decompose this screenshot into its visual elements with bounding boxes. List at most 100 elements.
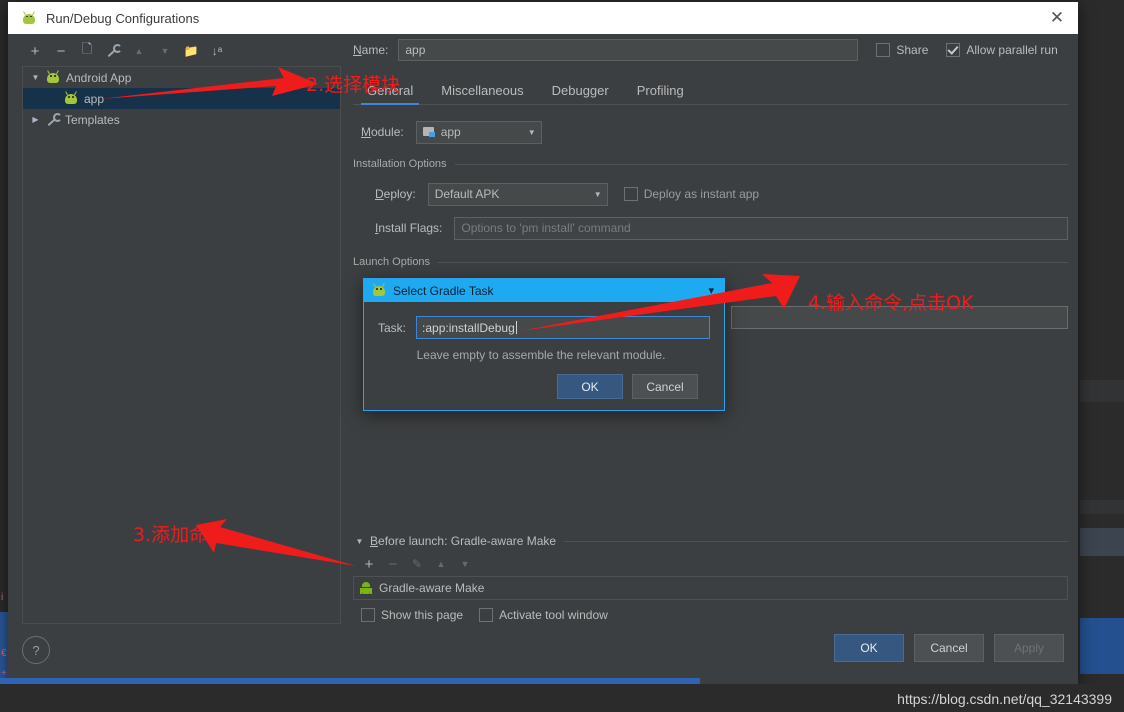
section-label: Launch Options bbox=[353, 256, 431, 268]
tree-node-label: Android App bbox=[66, 70, 132, 85]
android-icon bbox=[64, 91, 78, 104]
annotation-2: 2.选择模块 bbox=[306, 74, 401, 96]
task-row: Task: :app:installDebug bbox=[378, 316, 710, 339]
show-this-page-label: Show this page bbox=[381, 608, 464, 622]
chevron-down-icon[interactable]: ▼ bbox=[29, 73, 42, 82]
install-flags-label: Install Flags: bbox=[375, 221, 443, 235]
chevron-down-icon: ▼ bbox=[593, 189, 602, 199]
before-launch-section: ▼ Before launch: Gradle-aware Make + − ✎… bbox=[353, 534, 1068, 622]
before-launch-checkboxes: Show this page Activate tool window bbox=[353, 608, 1068, 622]
tab-miscellaneous[interactable]: Miscellaneous bbox=[427, 83, 537, 104]
move-down-task-button[interactable]: ▼ bbox=[453, 552, 477, 576]
checkbox-box bbox=[876, 43, 891, 57]
modal-cancel-button[interactable]: Cancel bbox=[632, 374, 698, 399]
chevron-down-icon[interactable]: ▼ bbox=[353, 537, 366, 546]
android-robot-icon bbox=[360, 581, 372, 595]
edit-task-button[interactable]: ✎ bbox=[405, 552, 429, 576]
add-configuration-button[interactable]: + bbox=[22, 39, 48, 63]
module-row: Module: app ▼ bbox=[353, 120, 1068, 144]
chevron-down-icon: ▼ bbox=[527, 127, 536, 137]
divider bbox=[454, 163, 1068, 165]
install-flags-input[interactable]: Options to 'pm install' command bbox=[454, 216, 1068, 240]
before-launch-item-label: Gradle-aware Make bbox=[379, 581, 485, 595]
edit-templates-button[interactable] bbox=[100, 39, 126, 63]
allow-parallel-run-checkbox[interactable]: Allow parallel run bbox=[946, 43, 1058, 57]
module-value: app bbox=[440, 125, 461, 139]
share-label: Share bbox=[896, 43, 929, 57]
sort-alphabetically-button[interactable]: ↓ᵃ bbox=[204, 39, 230, 63]
bg-strip bbox=[1080, 500, 1124, 514]
before-launch-header: ▼ Before launch: Gradle-aware Make bbox=[353, 534, 1068, 548]
add-task-button[interactable]: + bbox=[357, 552, 381, 576]
bg-blue-block bbox=[1080, 618, 1124, 674]
bg-text: € bbox=[1, 648, 7, 659]
cancel-button[interactable]: Cancel bbox=[914, 634, 984, 662]
chevron-down-icon[interactable]: ▾ bbox=[704, 284, 718, 297]
modal-ok-button[interactable]: OK bbox=[557, 374, 623, 399]
deploy-value: Default APK bbox=[434, 187, 500, 201]
dialog-titlebar: Run/Debug Configurations ✕ bbox=[8, 2, 1078, 34]
modal-body: Task: :app:installDebug Leave empty to a… bbox=[364, 302, 724, 399]
checkbox-box bbox=[946, 43, 961, 57]
new-folder-button[interactable]: 📁 bbox=[178, 39, 204, 63]
section-label: Installation Options bbox=[353, 158, 447, 170]
activate-tool-window-label: Activate tool window bbox=[499, 608, 608, 622]
remove-task-button[interactable]: − bbox=[381, 552, 405, 576]
modal-title: Select Gradle Task bbox=[393, 283, 494, 298]
ok-button[interactable]: OK bbox=[834, 634, 904, 662]
text-caret bbox=[515, 321, 517, 334]
android-icon bbox=[22, 10, 36, 24]
bg-text: i bbox=[1, 592, 4, 603]
annotation-4: 4.输入命令,点击OK bbox=[808, 292, 974, 314]
tree-node-android-app[interactable]: ▼ Android App bbox=[23, 67, 340, 88]
configurations-toolbar: + − 🗋 ▲ ▼ 📁 ↓ᵃ bbox=[16, 38, 341, 64]
name-row: Name: app Share Allow parallel run bbox=[353, 38, 1068, 62]
bg-selected-row bbox=[1080, 528, 1124, 556]
remove-configuration-button[interactable]: − bbox=[48, 39, 74, 63]
tree-node-templates[interactable]: ▶ Templates bbox=[23, 109, 340, 130]
module-label: Module: bbox=[361, 125, 404, 139]
tree-node-app[interactable]: app bbox=[23, 88, 340, 109]
deploy-label: Deploy: bbox=[375, 187, 416, 201]
before-launch-list[interactable]: Gradle-aware Make bbox=[353, 576, 1068, 600]
bg-strip bbox=[1080, 380, 1124, 402]
footer-buttons: OK Cancel Apply bbox=[834, 634, 1064, 662]
tab-bar: General Miscellaneous Debugger Profiling bbox=[353, 78, 1068, 105]
share-checkbox[interactable]: Share bbox=[876, 43, 928, 57]
task-input[interactable]: :app:installDebug bbox=[416, 316, 710, 339]
modal-hint: Leave empty to assemble the relevant mod… bbox=[416, 348, 666, 362]
activate-tool-window-checkbox[interactable]: Activate tool window bbox=[479, 608, 608, 622]
tab-debugger[interactable]: Debugger bbox=[538, 83, 623, 104]
allow-parallel-run-label: Allow parallel run bbox=[966, 43, 1058, 57]
help-button[interactable]: ? bbox=[22, 636, 50, 664]
module-icon bbox=[422, 126, 436, 138]
progress-bar bbox=[0, 678, 700, 684]
copy-configuration-button[interactable]: 🗋 bbox=[74, 39, 100, 63]
close-icon[interactable]: ✕ bbox=[1042, 3, 1072, 33]
annotation-3: 3.添加命令 bbox=[133, 524, 228, 546]
deploy-instant-app-label: Deploy as instant app bbox=[643, 187, 760, 201]
divider bbox=[564, 540, 1068, 542]
name-input[interactable]: app bbox=[398, 39, 859, 61]
move-down-button[interactable]: ▼ bbox=[152, 39, 178, 63]
dialog-title: Run/Debug Configurations bbox=[46, 10, 200, 26]
move-up-button[interactable]: ▲ bbox=[126, 39, 152, 63]
checkbox-box bbox=[479, 608, 494, 622]
launch-options-section: Launch Options bbox=[353, 256, 1068, 268]
tab-profiling[interactable]: Profiling bbox=[623, 83, 698, 104]
checkbox-box bbox=[361, 608, 375, 622]
deploy-instant-app-checkbox[interactable]: Deploy as instant app bbox=[623, 187, 760, 201]
apply-button[interactable]: Apply bbox=[994, 634, 1064, 662]
install-flags-placeholder: Options to 'pm install' command bbox=[461, 221, 631, 235]
module-combobox[interactable]: app ▼ bbox=[415, 120, 542, 144]
deploy-combobox[interactable]: Default APK ▼ bbox=[427, 182, 608, 206]
select-gradle-task-dialog: Select Gradle Task ▾ Task: :app:installD… bbox=[363, 278, 725, 411]
tree-node-label: app bbox=[84, 91, 105, 106]
chevron-right-icon[interactable]: ▶ bbox=[29, 115, 42, 124]
show-this-page-checkbox[interactable]: Show this page bbox=[361, 608, 463, 622]
name-input-value: app bbox=[405, 43, 426, 57]
installation-options-section: Installation Options bbox=[353, 158, 1068, 170]
deploy-row: Deploy: Default APK ▼ Deploy as instant … bbox=[353, 182, 1068, 206]
name-label: Name: bbox=[353, 43, 389, 57]
move-up-task-button[interactable]: ▲ bbox=[429, 552, 453, 576]
